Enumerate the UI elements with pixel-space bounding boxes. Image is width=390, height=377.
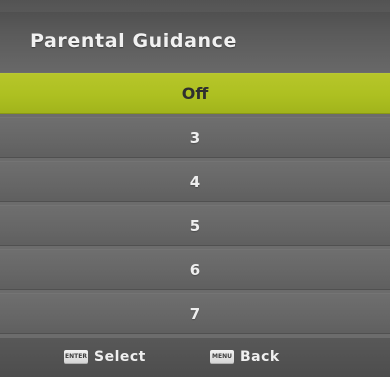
menu-option-label: 6 (189, 260, 201, 279)
menu-option-label: 4 (189, 172, 201, 191)
menu-header: Parental Guidance (0, 0, 390, 72)
back-label: Back (240, 349, 280, 365)
menu-option-7[interactable]: 7 (0, 293, 390, 334)
menu-footer: ENTER Select MENU Back (0, 338, 390, 377)
menu-option-label: Off (181, 84, 209, 103)
select-label: Select (94, 349, 146, 365)
menu-option-4[interactable]: 4 (0, 161, 390, 202)
back-hint: MENU Back (210, 349, 280, 365)
menu-option-6[interactable]: 6 (0, 249, 390, 290)
menu-key-icon: MENU (210, 350, 234, 364)
enter-key-icon: ENTER (64, 350, 88, 364)
menu-option-label: 5 (189, 216, 201, 235)
menu-option-label: 7 (189, 304, 201, 323)
menu-option-3[interactable]: 3 (0, 117, 390, 158)
page-title: Parental Guidance (30, 30, 237, 52)
parental-guidance-screen: Parental Guidance Off 3 4 5 6 7 ENTER Se… (0, 0, 390, 377)
menu-option-5[interactable]: 5 (0, 205, 390, 246)
menu-option-off[interactable]: Off (0, 73, 390, 114)
menu-option-label: 3 (189, 128, 201, 147)
parental-guidance-options: Off 3 4 5 6 7 (0, 73, 390, 337)
select-hint: ENTER Select (64, 349, 146, 365)
